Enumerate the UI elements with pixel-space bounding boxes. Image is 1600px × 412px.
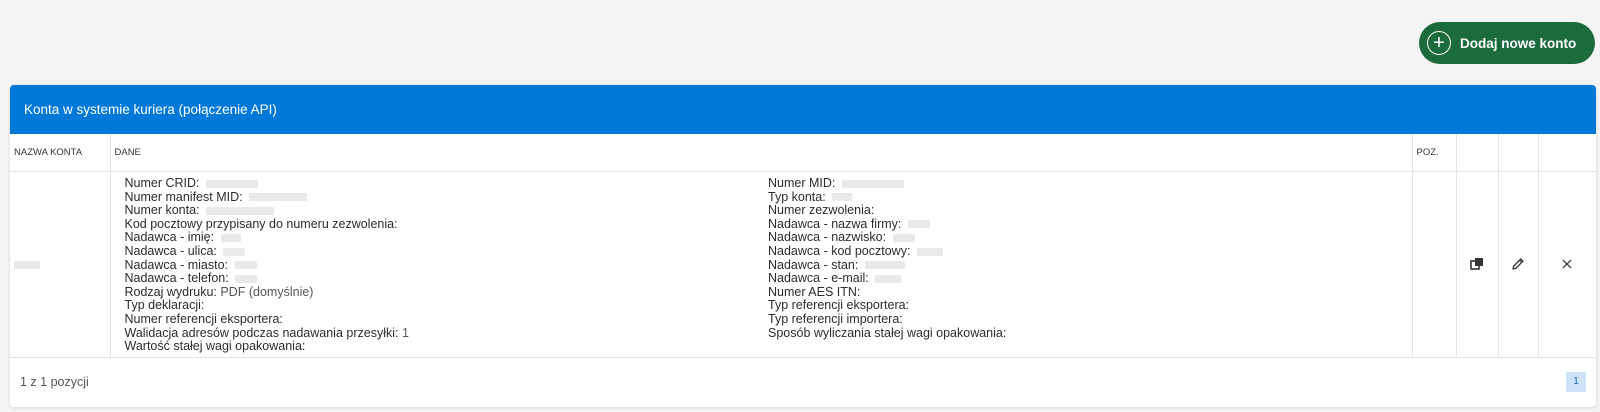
field-label: Typ referencji importera:: [768, 311, 903, 326]
column-header-data[interactable]: DANE: [110, 134, 1413, 172]
redacted-value: [916, 247, 943, 256]
redacted-value: [832, 193, 853, 202]
column-header-copy: [1456, 134, 1499, 172]
field-label: Nadawca - nazwa firmy:: [768, 216, 902, 231]
account-field: Nadawca - kod pocztowy:: [768, 243, 1412, 259]
redacted-value: [875, 274, 902, 283]
plus-circle-icon: +: [1427, 31, 1451, 55]
field-label: Rodzaj wydruku:: [124, 284, 217, 299]
account-field: Nadawca - nazwa firmy:: [768, 216, 1412, 232]
redacted-value: [220, 234, 241, 243]
account-field: Typ konta:: [768, 189, 1412, 205]
field-label: Numer konta:: [124, 203, 200, 218]
column-header-pos[interactable]: POZ.: [1412, 134, 1457, 172]
account-data-left-column: Numer CRID: Numer manifest MID: Numer ko…: [124, 176, 769, 354]
field-label: Typ konta:: [768, 189, 826, 204]
account-field: Numer zezwolenia:: [768, 203, 1412, 218]
account-field: Numer CRID:: [124, 176, 769, 191]
field-label: Kod pocztowy przypisany do numeru zezwol…: [124, 216, 398, 231]
pencil-icon[interactable]: [1509, 255, 1527, 273]
redacted-value: [206, 206, 275, 215]
account-field: Typ referencji eksportera:: [768, 299, 1412, 313]
edit-cell: [1498, 171, 1539, 358]
account-field: Typ deklaracji:: [125, 299, 769, 313]
field-label: Numer zezwolenia:: [768, 203, 875, 218]
field-label: Numer MID:: [768, 176, 836, 190]
redacted-value: [223, 247, 246, 256]
account-field: Sposób wyliczania stałej wagi opakowania…: [768, 325, 1412, 341]
field-label: Nadawca - e-mail:: [768, 271, 869, 286]
field-label: Nadawca - miasto:: [124, 257, 229, 272]
account-name-cell: [10, 171, 111, 358]
field-label: Nadawca - telefon:: [124, 271, 229, 286]
field-label: Numer CRID:: [124, 176, 200, 190]
field-label: Nadawca - imię:: [124, 230, 215, 245]
field-label: Nadawca - kod pocztowy:: [768, 243, 911, 258]
field-value: PDF (domyślnie): [220, 284, 314, 299]
account-field: Nadawca - e-mail:: [768, 271, 1412, 286]
add-account-button[interactable]: + Dodaj nowe konto: [1419, 22, 1595, 64]
account-data-cell: Numer CRID: Numer manifest MID: Numer ko…: [110, 171, 1413, 358]
account-field: Numer AES ITN:: [768, 284, 1412, 300]
table-footer: 1 z 1 pozycji 1: [10, 358, 1596, 406]
account-field: Walidacja adresów podczas nadawania prze…: [124, 325, 769, 341]
column-header-name[interactable]: NAZWA KONTA: [10, 134, 111, 172]
table-row: Numer CRID: Numer manifest MID: Numer ko…: [10, 171, 1596, 358]
field-label: Numer AES ITN:: [768, 284, 861, 299]
account-field: Wartość stałej wagi opakowania:: [124, 339, 769, 354]
field-label: Typ referencji eksportera:: [768, 298, 910, 313]
close-icon[interactable]: [1558, 255, 1576, 273]
position-cell: [1412, 171, 1457, 358]
redacted-account-name: [14, 261, 40, 270]
accounts-panel: Konta w systemie kuriera (połączenie API…: [10, 85, 1596, 407]
redacted-value: [235, 274, 258, 283]
account-field: Nadawca - imię:: [125, 231, 769, 245]
redacted-value: [234, 261, 257, 270]
copy-cell: [1456, 171, 1499, 358]
account-field: Nadawca - miasto:: [124, 257, 769, 273]
field-value: 1: [401, 325, 409, 340]
redacted-value: [864, 261, 905, 270]
account-field: Rodzaj wydruku: PDF (domyślnie): [124, 284, 769, 300]
account-field: Nadawca - stan:: [768, 257, 1412, 273]
copy-icon[interactable]: [1468, 255, 1486, 273]
account-field: Nadawca - telefon:: [124, 271, 769, 286]
field-label: Sposób wyliczania stałej wagi opakowania…: [768, 325, 1007, 340]
panel-title: Konta w systemie kuriera (połączenie API…: [24, 102, 277, 117]
field-label: Nadawca - nazwisko:: [768, 230, 887, 245]
field-label: Walidacja adresów podczas nadawania prze…: [124, 325, 399, 340]
field-label: Nadawca - stan:: [768, 257, 859, 272]
redacted-value: [892, 234, 915, 243]
field-label: Numer referencji eksportera:: [124, 311, 283, 326]
redacted-value: [249, 193, 308, 202]
account-field: Numer MID:: [768, 176, 1412, 191]
account-field: Nadawca - ulica:: [124, 243, 769, 259]
account-field: Numer konta:: [124, 203, 769, 218]
redacted-value: [907, 220, 930, 229]
redacted-value: [206, 179, 258, 188]
column-header-edit: [1498, 134, 1539, 172]
account-field: Nadawca - nazwisko:: [768, 231, 1412, 245]
page-button-current[interactable]: 1: [1566, 371, 1586, 392]
account-field: Typ referencji importera:: [768, 311, 1412, 327]
accounts-table: NAZWA KONTA DANE POZ. Numer CRID: Numer …: [10, 134, 1596, 358]
redacted-value: [841, 179, 904, 188]
field-label: Wartość stałej wagi opakowania:: [124, 339, 306, 354]
field-label: Typ deklaracji:: [124, 298, 205, 313]
account-field: Numer referencji eksportera:: [124, 311, 769, 327]
field-label: Numer manifest MID:: [124, 189, 243, 204]
column-header-delete: [1538, 134, 1596, 172]
account-field: Numer manifest MID:: [124, 189, 769, 205]
panel-header: Konta w systemie kuriera (połączenie API…: [10, 85, 1596, 134]
table-header-row: NAZWA KONTA DANE POZ.: [10, 134, 1596, 172]
field-label: Nadawca - ulica:: [124, 243, 217, 258]
account-data-right-column: Numer MID: Typ konta: Numer zezwolenia: …: [768, 176, 1412, 354]
delete-cell: [1538, 171, 1596, 358]
account-field: Kod pocztowy przypisany do numeru zezwol…: [124, 216, 769, 232]
add-account-label: Dodaj nowe konto: [1460, 35, 1577, 51]
pagination-summary: 1 z 1 pozycji: [20, 374, 89, 389]
